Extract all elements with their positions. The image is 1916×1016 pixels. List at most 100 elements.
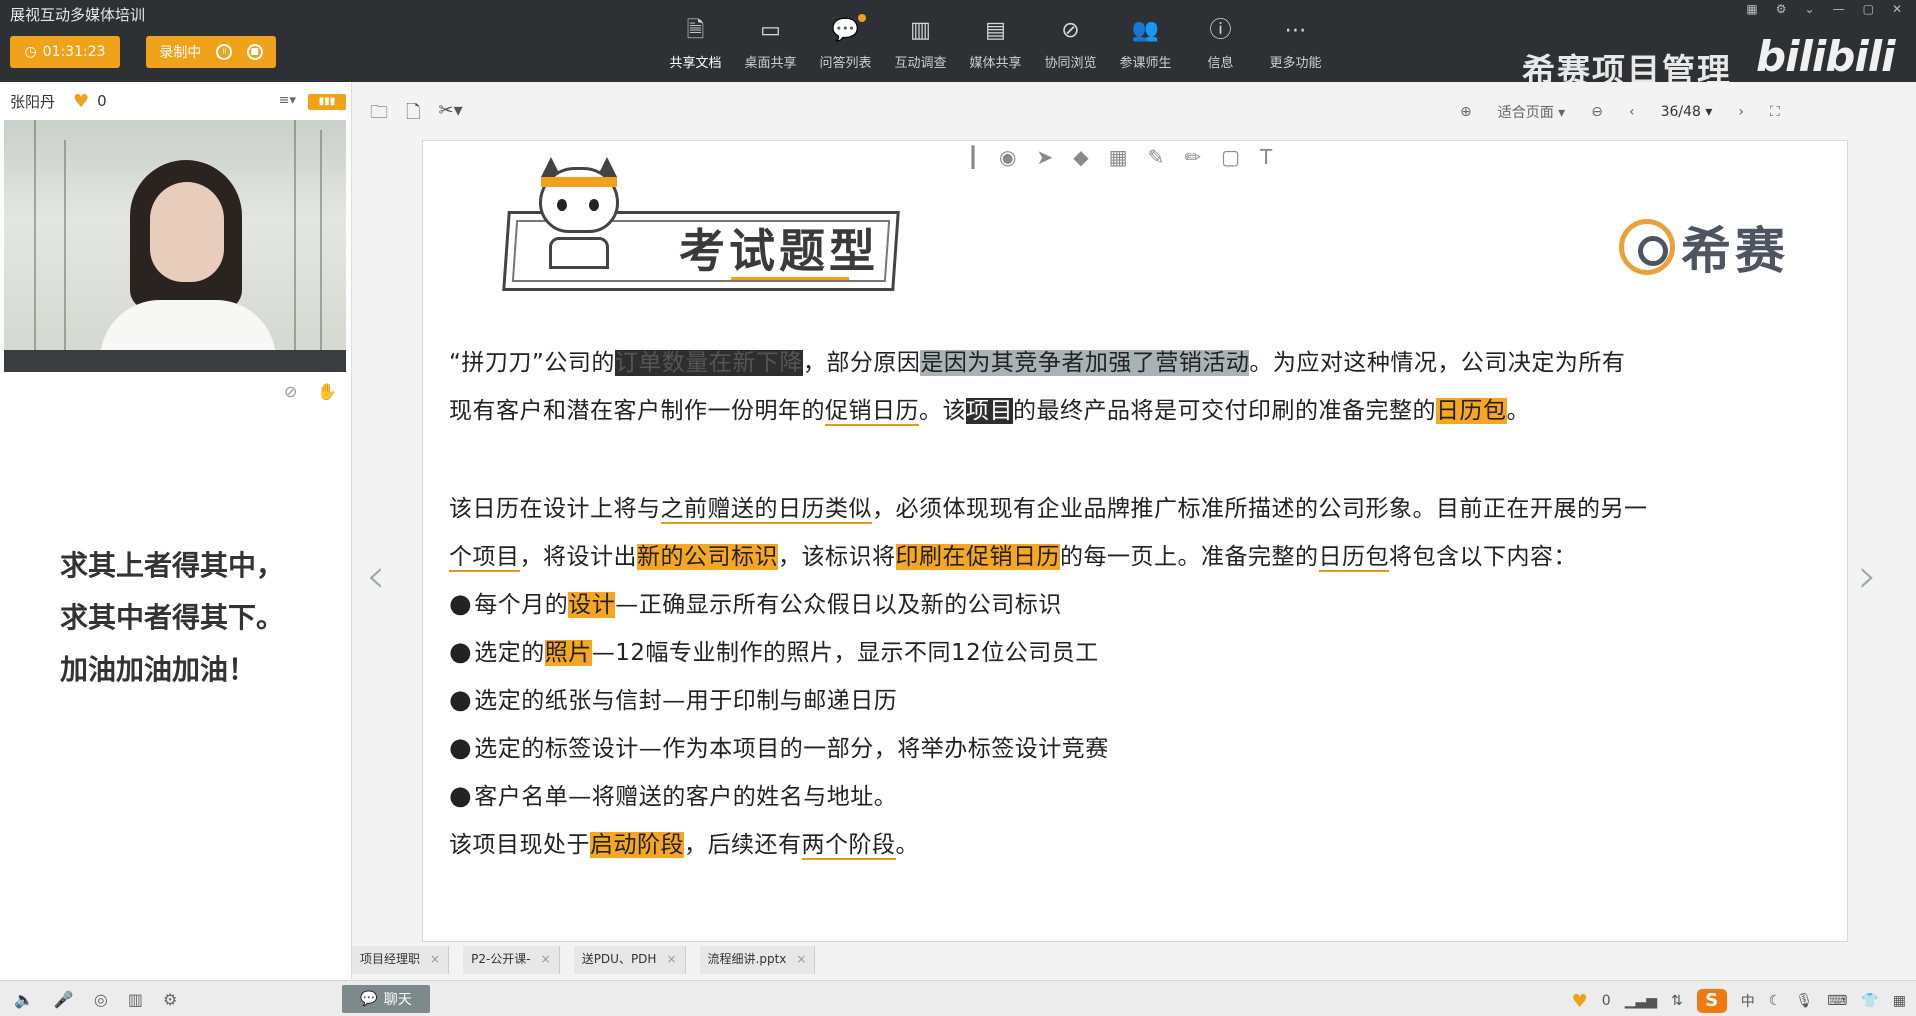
mic-icon[interactable]: 🎙 <box>1795 993 1813 1009</box>
menu-icon[interactable]: ≡▾ <box>279 93 296 108</box>
text-run: 的每一页上。准备完整的 <box>1060 544 1319 570</box>
next-page-icon[interactable]: › <box>1738 104 1744 120</box>
camera-off-icon[interactable]: ⊘ <box>284 382 297 401</box>
grid-icon[interactable]: ▦ <box>1746 2 1757 16</box>
moon-icon[interactable]: ☾ <box>1769 993 1782 1009</box>
text-run: 每个月的 <box>474 592 569 618</box>
tool-label: 互动调查 <box>894 56 947 71</box>
tool-attendees[interactable]: 👥 参课师生 <box>1108 10 1183 76</box>
highlight-orange: 新的公司标识 <box>637 544 778 570</box>
notification-dot <box>858 14 866 22</box>
minimize-icon[interactable]: — <box>1833 2 1845 16</box>
bilibili-logo: bilibili <box>1756 32 1896 81</box>
stop-icon[interactable]: ■ <box>246 44 263 60</box>
close-icon[interactable]: ✕ <box>1892 2 1902 16</box>
presenter-video <box>4 120 346 372</box>
highlight-orange: 启动阶段 <box>590 832 684 858</box>
file-icon[interactable]: 🗋 <box>406 100 420 130</box>
keyboard-icon[interactable]: ⌨ <box>1827 993 1847 1009</box>
tool-info[interactable]: ⓘ 信息 <box>1183 10 1258 76</box>
highlighter-icon[interactable]: ✎ <box>1148 145 1165 169</box>
doc-tab[interactable]: 流程细讲.pptx × <box>699 946 816 974</box>
text-run: 该日历在设计上将与 <box>449 496 661 522</box>
close-icon[interactable]: × <box>430 952 440 966</box>
highlight-dark: 项目 <box>966 398 1013 424</box>
underlined-text: 之前赠送的日历类似 <box>660 496 872 524</box>
xisai-logo-text: 希赛 <box>1681 222 1789 280</box>
close-icon[interactable]: × <box>541 952 551 966</box>
text-run: ，将设计出 <box>519 544 637 570</box>
cursor-icon[interactable]: ➤ <box>1037 145 1054 169</box>
status-bar: 🔈 🎤 ◎ ▥ ⚙ 💬 聊天 ♥ 0 ▁▃▅ ⇅ S 中 ☾ 🎙 ⌨ 👕 ▦ <box>0 980 1916 1016</box>
doc-tab[interactable]: 项目经理职 × <box>352 946 450 974</box>
tool-survey[interactable]: ▥ 互动调查 <box>883 10 958 76</box>
camera-icon[interactable]: ◎ <box>94 990 108 1009</box>
tab-label: 项目经理职 <box>360 952 421 966</box>
text-run: 。为应对这种情况，公司决定为所有 <box>1249 350 1626 376</box>
left-panel: 张阳丹 ♥ 0 ≡▾ ▮▮▮ ⊘ ✋ 求其上者得其中， 求其中者得其下。 加油加… <box>0 82 352 980</box>
survey-icon: ▥ <box>910 18 931 43</box>
text-run: —正确显示所有公众假日以及新的公司标识 <box>615 592 1062 618</box>
ime-mode[interactable]: 中 <box>1741 991 1755 1011</box>
tool-desktop-share[interactable]: ▭ 桌面共享 <box>733 10 808 76</box>
text-tool-icon[interactable]: T <box>1260 145 1272 169</box>
microphone-icon[interactable]: 🎤 <box>54 990 74 1009</box>
timer-button[interactable]: ◷ 01:31:23 <box>10 36 120 68</box>
tool-share-doc[interactable]: 🗎 共享文档 <box>658 10 733 76</box>
prev-page-icon[interactable]: ‹ <box>1629 104 1635 120</box>
fullscreen-icon[interactable]: ⛶ <box>1770 104 1780 120</box>
motto-line: 求其中者得其下。 <box>60 601 285 634</box>
sogou-ime-icon[interactable]: S <box>1696 989 1727 1013</box>
tool-co-browse[interactable]: ⊘ 协同浏览 <box>1033 10 1108 76</box>
co-browse-icon: ⊘ <box>1061 18 1080 43</box>
hand-icon[interactable]: ✋ <box>317 382 337 401</box>
text-run: ，后续还有 <box>684 832 802 858</box>
drag-handle-icon[interactable]: ┃ <box>967 145 979 169</box>
tool-media-share[interactable]: ▤ 媒体共享 <box>958 10 1033 76</box>
text-run: ，必须体现现有企业品牌推广标准所描述的公司形象。目前正在开展的另一 <box>872 496 1648 522</box>
close-icon[interactable]: × <box>796 952 806 966</box>
tool-qa-list[interactable]: 💬 问答列表 <box>808 10 883 76</box>
tool-label: 问答列表 <box>819 56 872 71</box>
heart-icon[interactable]: ♥ <box>73 91 89 112</box>
apps-icon[interactable]: ▦ <box>1893 993 1906 1009</box>
rectangle-icon[interactable]: ▢ <box>1221 145 1240 169</box>
zoom-label: 适合页面 <box>1497 105 1554 121</box>
settings-icon[interactable]: ⚙ <box>1776 2 1787 16</box>
shirt-icon[interactable]: 👕 <box>1861 993 1878 1009</box>
status-right: ♥ 0 ▁▃▅ ⇅ S 中 ☾ 🎙 ⌨ 👕 ▦ <box>1572 989 1906 1013</box>
maximize-icon[interactable]: ▢ <box>1863 2 1874 16</box>
pen-icon[interactable]: ✏ <box>1184 145 1201 169</box>
next-slide-arrow[interactable]: › <box>1858 548 1877 604</box>
clock-icon: ◷ <box>24 44 37 60</box>
pause-icon[interactable]: ॥ <box>215 44 232 60</box>
doc-tab[interactable]: P2-公开课- × <box>463 946 560 974</box>
window-controls: ▦ ⚙ ⌄ — ▢ ✕ <box>1732 0 1916 18</box>
laser-pointer-icon[interactable]: ◉ <box>999 145 1016 169</box>
chevron-down-icon[interactable]: ⌄ <box>1805 2 1815 16</box>
clear-icon[interactable]: ▦ <box>1109 145 1128 169</box>
recording-button[interactable]: 录制中 ॥ ■ <box>146 36 276 68</box>
eraser-icon[interactable]: ◆ <box>1073 145 1088 169</box>
doc-tab[interactable]: 送PDU、PDH × <box>573 946 686 974</box>
tool-more[interactable]: ⋯ 更多功能 <box>1258 10 1333 76</box>
page-indicator[interactable]: 36/48 ▾ <box>1661 104 1713 120</box>
folder-icon[interactable]: 🗀 <box>370 100 388 130</box>
prev-slide-arrow[interactable]: ‹ <box>366 548 385 604</box>
zoom-in-icon[interactable]: ⊕ <box>1460 104 1472 120</box>
text-run: 。 <box>1506 398 1530 424</box>
text-run: 选定的 <box>474 640 545 666</box>
speaker-icon[interactable]: 🔈 <box>14 990 34 1009</box>
stats-icon[interactable]: ▥ <box>128 990 143 1009</box>
transfer-icon: ⇅ <box>1671 993 1683 1009</box>
bullet-dot-icon: ● <box>449 685 473 715</box>
zoom-out-icon[interactable]: ⊖ <box>1591 104 1603 120</box>
settings-icon[interactable]: ⚙ <box>163 990 177 1009</box>
heart-icon[interactable]: ♥ <box>1572 991 1588 1012</box>
annotation-toolbar: ┃ ◉ ➤ ◆ ▦ ✎ ✏ ▢ T <box>967 145 1272 169</box>
scissors-icon[interactable]: ✂▾ <box>438 100 462 130</box>
chat-button[interactable]: 💬 聊天 <box>342 985 430 1013</box>
zoom-select[interactable]: 适合页面 ▾ <box>1498 102 1565 122</box>
underlined-text: 两个阶段 <box>801 832 896 860</box>
close-icon[interactable]: × <box>666 952 676 966</box>
